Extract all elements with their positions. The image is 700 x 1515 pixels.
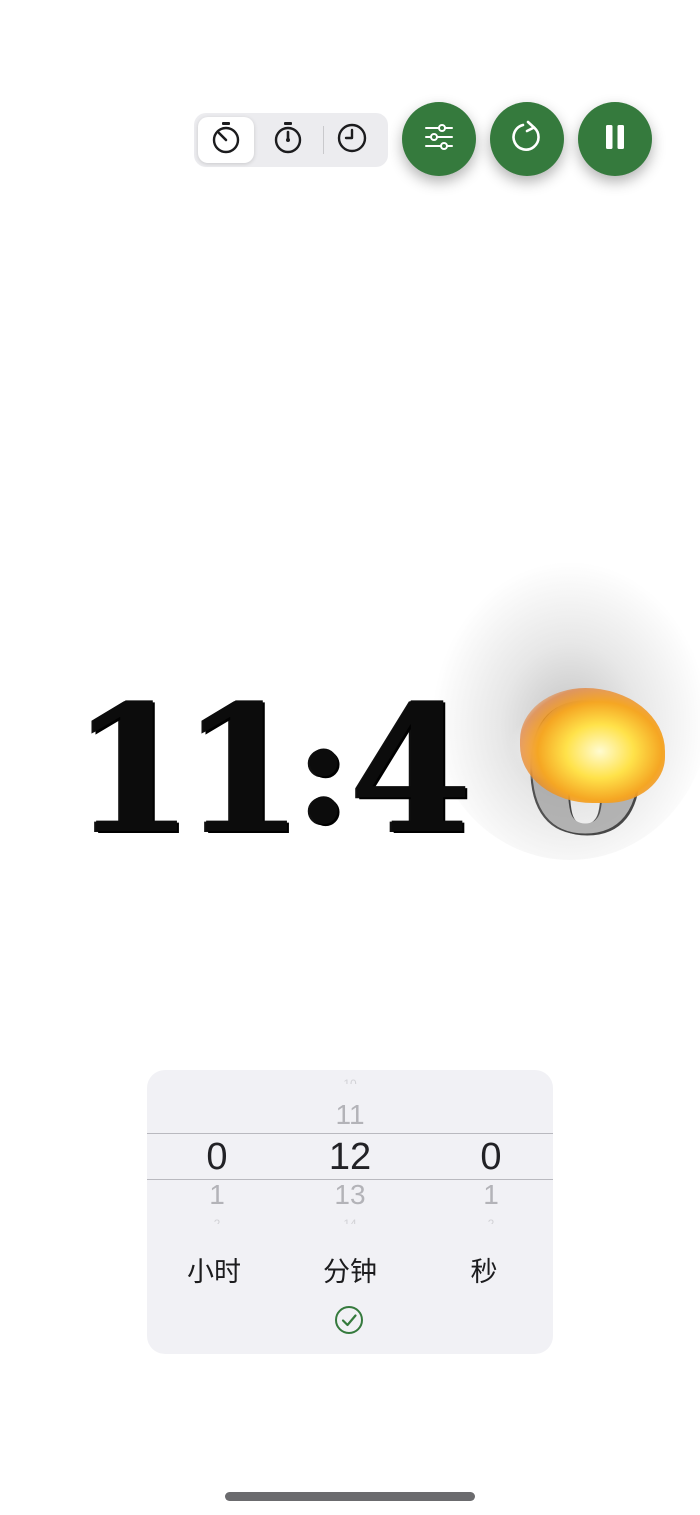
wheel-below-value: 1: [483, 1179, 499, 1210]
confirm-button[interactable]: [333, 1306, 365, 1338]
restart-icon: [510, 120, 544, 158]
settings-button[interactable]: [402, 102, 476, 176]
clock-icon: [336, 122, 368, 158]
mode-segmented-control: [194, 113, 388, 167]
wheel-below-value: 1: [209, 1179, 225, 1210]
restart-button[interactable]: [490, 102, 564, 176]
timer-icon: [210, 121, 242, 159]
pause-button[interactable]: [578, 102, 652, 176]
minutes-unit-label: 分钟: [323, 1257, 377, 1288]
wheel-selected-value: 12: [328, 1136, 372, 1178]
timer-screen: 1 1 : 4 0 ​ 0 1 2 10 11 12 13 14 ​ 0 1 2: [0, 0, 700, 1515]
segment-divider: [323, 126, 324, 154]
home-indicator[interactable]: [225, 1492, 475, 1501]
check-circle-icon: [334, 1305, 364, 1339]
wheel-faint-value: 2: [431, 1218, 551, 1224]
duration-picker: ​ 0 1 2 10 11 12 13 14 ​ 0 1 2 小时 分钟 秒: [147, 1070, 553, 1354]
time-digit-hours-tens: 1: [72, 666, 195, 873]
wheel-faint-value: ​: [157, 1078, 277, 1084]
mode-stopwatch-tab[interactable]: [260, 117, 316, 163]
time-digit-hours-ones: 1: [182, 666, 305, 873]
pause-icon: [604, 124, 626, 154]
wheel-faint-value: 2: [157, 1218, 277, 1224]
hours-unit-label: 小时: [187, 1257, 241, 1288]
wheel-selected-value: 0: [206, 1136, 228, 1178]
time-colon: :: [296, 682, 352, 858]
wheel-faint-value: 14: [290, 1218, 410, 1224]
wheel-above-value: 11: [335, 1099, 365, 1130]
time-digit-minutes-tens: 4: [350, 666, 473, 873]
wheel-faint-value: ​: [431, 1078, 551, 1084]
stopwatch-icon: [272, 121, 304, 159]
wheel-faint-value: 10: [290, 1078, 410, 1084]
mode-timer-tab[interactable]: [198, 117, 254, 163]
wheel-below-value: 13: [334, 1179, 366, 1210]
mode-clock-tab[interactable]: [324, 117, 380, 163]
wheel-selected-value: 0: [480, 1136, 502, 1178]
seconds-unit-label: 秒: [470, 1257, 498, 1288]
sliders-icon: [423, 123, 455, 155]
